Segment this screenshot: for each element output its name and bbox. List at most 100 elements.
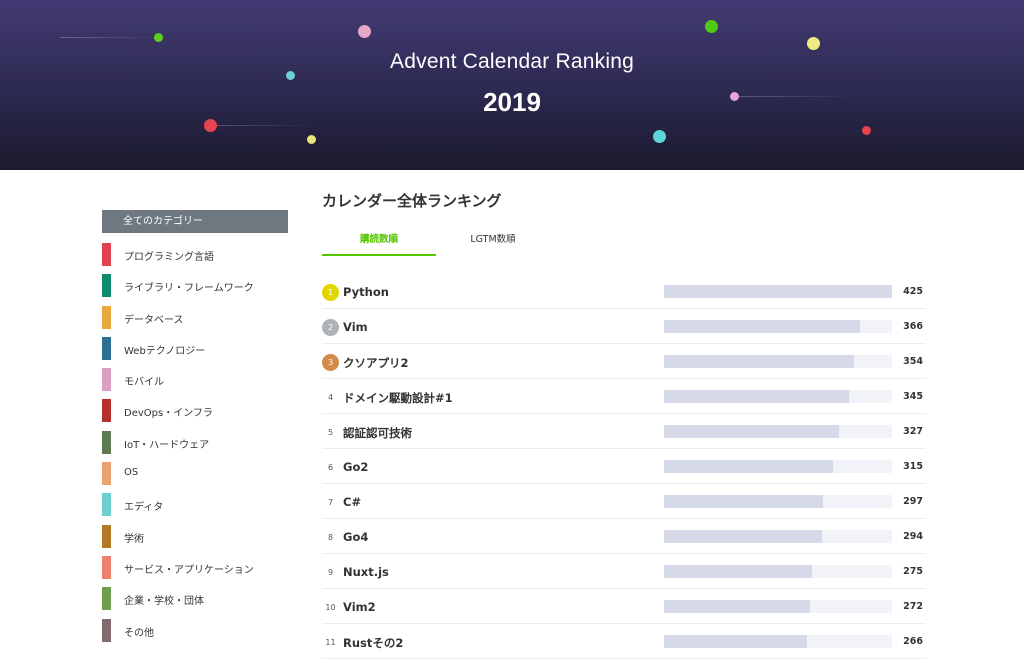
category-color-swatch <box>102 493 111 517</box>
tab-subscribers[interactable]: 購読数順 <box>322 228 436 256</box>
calendar-name-link[interactable]: Rustその2 <box>343 635 403 651</box>
count-bar-track <box>664 635 892 648</box>
category-item[interactable]: 学術 <box>102 522 288 553</box>
subscriber-count: 266 <box>903 636 923 647</box>
ranking-row[interactable]: 3 クソアプリ2 354 <box>322 344 926 379</box>
category-label: DevOps・インフラ <box>124 408 213 420</box>
count-bar-fill <box>664 530 822 543</box>
rank-number: 9 <box>327 568 334 577</box>
rank-number: 11 <box>325 638 336 647</box>
rank-badge: 2 <box>322 319 339 336</box>
subscriber-count: 345 <box>903 391 923 402</box>
calendar-name-link[interactable]: Vim2 <box>343 600 376 614</box>
rank-number: 7 <box>327 498 334 507</box>
subscriber-count: 272 <box>903 601 923 612</box>
rank-number: 4 <box>327 393 334 402</box>
category-all-button[interactable]: 全てのカテゴリー <box>102 210 288 233</box>
decor-dot <box>705 20 718 33</box>
calendar-name-link[interactable]: Go2 <box>343 460 368 474</box>
category-item[interactable]: Webテクノロジー <box>102 334 288 365</box>
category-item[interactable]: サービス・アプリケーション <box>102 553 288 584</box>
count-bar-fill <box>664 460 833 473</box>
subscriber-count: 366 <box>903 321 923 332</box>
category-item[interactable]: DevOps・インフラ <box>102 396 288 427</box>
category-color-swatch <box>102 430 111 454</box>
subscriber-count: 275 <box>903 566 923 577</box>
ranking-row[interactable]: 6 Go2 315 <box>322 449 926 484</box>
category-item[interactable]: モバイル <box>102 365 288 396</box>
count-bar-fill <box>664 285 892 298</box>
ranking-row[interactable]: 5 認証認可技術 327 <box>322 414 926 449</box>
ranking-row[interactable]: 4 ドメイン駆動設計#1 345 <box>322 379 926 414</box>
subscriber-count: 294 <box>903 531 923 542</box>
section-title: カレンダー全体ランキング <box>322 192 502 210</box>
ranking-row[interactable]: 11 Rustその2 266 <box>322 624 926 659</box>
category-label: ライブラリ・フレームワーク <box>124 283 254 295</box>
category-item[interactable]: その他 <box>102 616 288 647</box>
sort-tabs: 購読数順 LGTM数順 <box>322 228 926 274</box>
category-item[interactable]: 企業・学校・団体 <box>102 584 288 615</box>
subscriber-count: 425 <box>903 286 923 297</box>
ranking-row[interactable]: 10 Vim2 272 <box>322 589 926 624</box>
category-list: プログラミング言語ライブラリ・フレームワークデータベース Webテクノロジー モバイ… <box>102 240 288 647</box>
decor-dot <box>807 37 820 50</box>
category-item[interactable]: OS <box>102 459 288 490</box>
count-bar-track <box>664 460 892 473</box>
count-bar-track <box>664 425 892 438</box>
count-bar-fill <box>664 425 840 438</box>
calendar-name-link[interactable]: クソアプリ2 <box>343 355 409 371</box>
count-bar-track <box>664 390 892 403</box>
hero-banner: Advent Calendar Ranking 2019 <box>0 0 1024 170</box>
hero-title: Advent Calendar Ranking <box>390 50 634 73</box>
category-item[interactable]: エディタ <box>102 490 288 521</box>
count-bar-track <box>664 600 892 613</box>
ranking-row[interactable]: 1 Python 425 <box>322 274 926 309</box>
rank-number: 5 <box>327 428 334 437</box>
category-label: その他 <box>124 627 154 639</box>
category-item[interactable]: プログラミング言語 <box>102 240 288 271</box>
category-color-swatch <box>102 368 111 392</box>
count-bar-track <box>664 320 892 333</box>
calendar-name-link[interactable]: 認証認可技術 <box>343 425 412 441</box>
count-bar-track <box>664 530 892 543</box>
category-label: エディタ <box>124 502 164 514</box>
count-bar-fill <box>664 635 807 648</box>
rank-number: 10 <box>325 603 336 612</box>
rank-number: 8 <box>327 533 334 542</box>
calendar-name-link[interactable]: Vim <box>343 320 368 334</box>
count-bar-track <box>664 565 892 578</box>
category-label: IoT・ハードウェア <box>124 439 210 451</box>
category-sidebar: 全てのカテゴリー プログラミング言語ライブラリ・フレームワークデータベース Web… <box>102 210 288 647</box>
ranking-row[interactable]: 2 Vim 366 <box>322 309 926 344</box>
ranking-row[interactable]: 9 Nuxt.js 275 <box>322 554 926 589</box>
category-color-swatch <box>102 243 111 266</box>
count-bar-fill <box>664 320 861 333</box>
category-item[interactable]: IoT・ハードウェア <box>102 428 288 459</box>
decor-dot <box>307 135 316 144</box>
count-bar-fill <box>664 600 810 613</box>
category-color-swatch <box>102 336 111 360</box>
count-bar-track <box>664 495 892 508</box>
category-item[interactable]: ライブラリ・フレームワーク <box>102 271 288 302</box>
category-label: プログラミング言語 <box>124 252 214 263</box>
category-color-swatch <box>102 524 111 548</box>
category-color-swatch <box>102 274 111 298</box>
count-bar-fill <box>664 495 824 508</box>
calendar-name-link[interactable]: Python <box>343 285 389 299</box>
calendar-name-link[interactable]: C# <box>343 495 361 509</box>
count-bar-fill <box>664 355 854 368</box>
decor-dot <box>204 119 217 132</box>
hero-year: 2019 <box>483 87 541 117</box>
category-color-swatch <box>102 587 111 611</box>
rank-number: 6 <box>327 463 334 472</box>
tab-lgtm[interactable]: LGTM数順 <box>436 228 550 256</box>
ranking-row[interactable]: 7 C# 297 <box>322 484 926 519</box>
ranking-row[interactable]: 8 Go4 294 <box>322 519 926 554</box>
category-color-swatch <box>102 555 111 579</box>
calendar-name-link[interactable]: Nuxt.js <box>343 565 389 579</box>
count-bar-track <box>664 285 892 298</box>
calendar-name-link[interactable]: ドメイン駆動設計#1 <box>343 390 453 406</box>
decor-trail <box>60 37 160 38</box>
calendar-name-link[interactable]: Go4 <box>343 530 368 544</box>
category-item[interactable]: データベース <box>102 303 288 334</box>
